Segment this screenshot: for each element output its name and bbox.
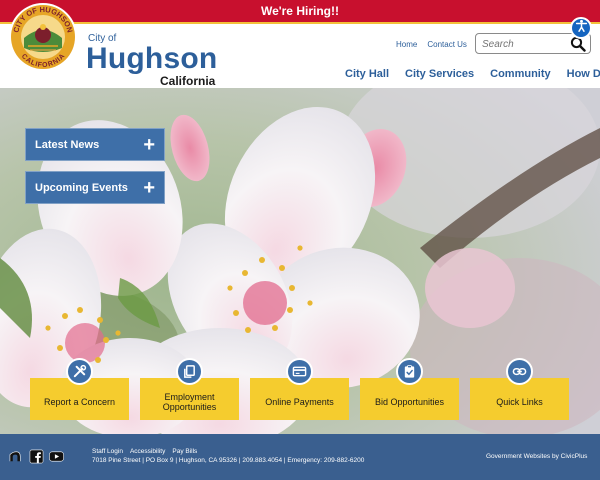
footer-links: Staff Login Accessibility Pay Bills: [92, 448, 197, 455]
clipboard-check-icon: [396, 358, 423, 385]
plus-icon[interactable]: +: [143, 178, 155, 198]
alert-text[interactable]: We're Hiring!!: [261, 4, 339, 18]
bid-opportunities-button[interactable]: Bid Opportunities: [360, 358, 459, 420]
staff-login-link[interactable]: Staff Login: [92, 448, 123, 455]
facebook-icon[interactable]: [29, 449, 44, 464]
pay-bills-link[interactable]: Pay Bills: [172, 448, 197, 455]
youtube-icon[interactable]: [49, 449, 64, 464]
main-nav: City Hall City Services Community How Do…: [345, 68, 600, 80]
accessibility-widget-button[interactable]: [570, 17, 592, 39]
quick-links-label: Quick Links: [496, 396, 543, 407]
brand-name[interactable]: Hughson: [86, 42, 217, 76]
alert-banner[interactable]: We're Hiring!!: [0, 0, 600, 24]
nav-city-services[interactable]: City Services: [405, 68, 474, 80]
credit-card-icon: [286, 358, 313, 385]
online-payments-button[interactable]: Online Payments: [250, 358, 349, 420]
bid-opportunities-label: Bid Opportunities: [374, 396, 445, 407]
contact-link[interactable]: Contact Us: [427, 40, 467, 49]
employment-button[interactable]: Employment Opportunities: [140, 358, 239, 420]
quick-links-button[interactable]: Quick Links: [470, 358, 569, 420]
accessibility-person-icon: [575, 19, 588, 37]
upcoming-events-accordion[interactable]: Upcoming Events +: [25, 171, 165, 204]
footer-credit[interactable]: Government Websites by CivicPlus: [486, 453, 587, 460]
employment-label: Employment Opportunities: [162, 391, 217, 412]
nextdoor-icon[interactable]: [9, 449, 24, 464]
site-header: City of Hughson California Home Contact …: [0, 24, 600, 88]
home-link[interactable]: Home: [396, 40, 417, 49]
nav-city-hall[interactable]: City Hall: [345, 68, 389, 80]
latest-news-accordion[interactable]: Latest News +: [25, 128, 165, 161]
online-payments-label: Online Payments: [265, 396, 334, 407]
city-seal-logo[interactable]: CITY OF HUGHSON CALIFORNIA: [8, 2, 78, 72]
social-links: [9, 449, 64, 464]
utility-nav: Home Contact Us: [396, 40, 467, 49]
upcoming-events-label: Upcoming Events: [35, 181, 128, 194]
nav-how-do-i[interactable]: How Do I...: [567, 68, 600, 80]
search-input[interactable]: [476, 35, 566, 54]
link-icon: [506, 358, 533, 385]
report-concern-button[interactable]: Report a Concern: [30, 358, 129, 420]
copy-documents-icon: [176, 358, 203, 385]
accessibility-link[interactable]: Accessibility: [130, 448, 165, 455]
footer-address: 7018 Pine Street | PO Box 9 | Hughson, C…: [92, 457, 365, 464]
latest-news-label: Latest News: [35, 138, 100, 151]
tools-icon: [66, 358, 93, 385]
plus-icon[interactable]: +: [143, 135, 155, 155]
report-concern-label: Report a Concern: [43, 396, 116, 407]
site-footer: Staff Login Accessibility Pay Bills 7018…: [0, 434, 600, 480]
brand-state: California: [160, 74, 216, 88]
nav-community[interactable]: Community: [490, 68, 551, 80]
